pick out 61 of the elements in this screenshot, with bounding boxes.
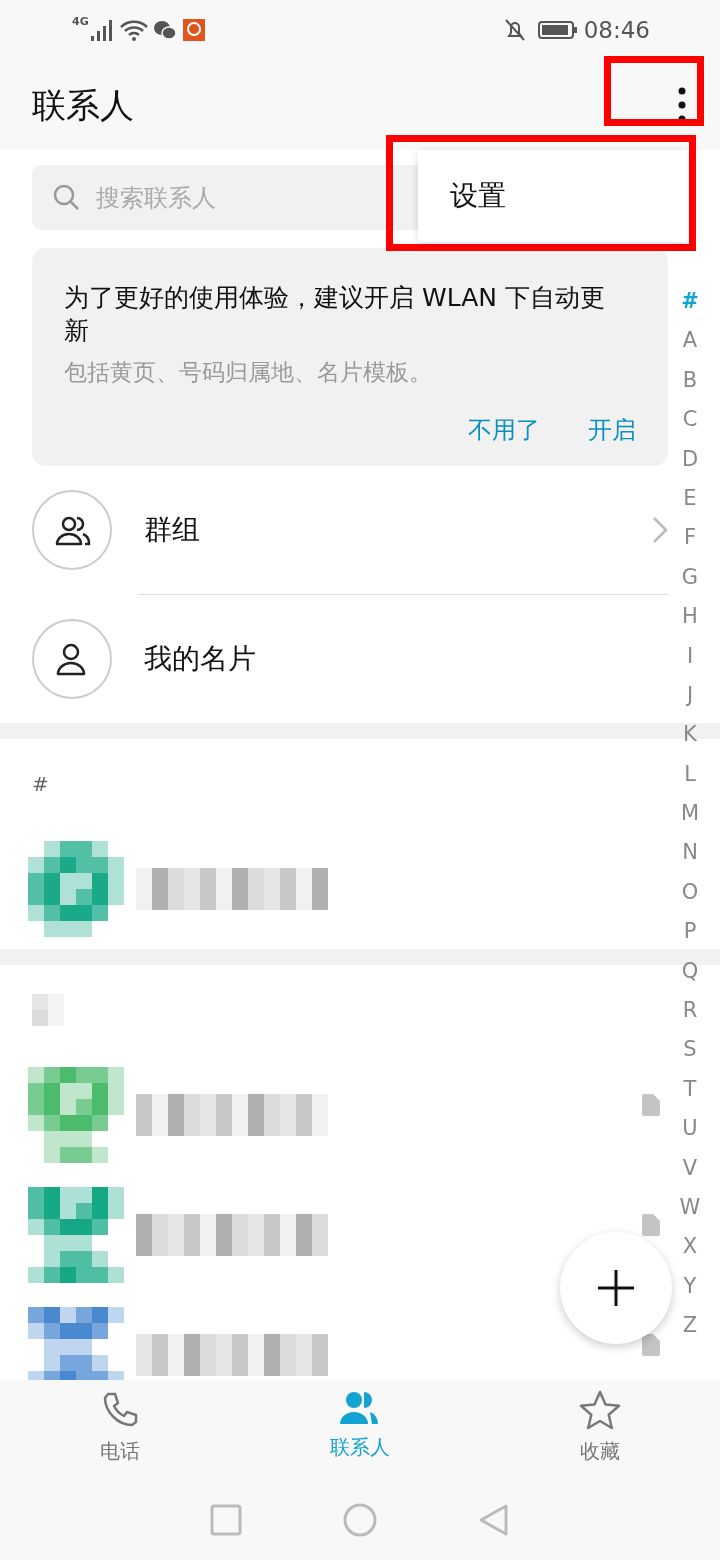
plus-icon [596,1268,636,1308]
tab[interactable]: 电话 [0,1380,240,1480]
index-letter[interactable]: # [681,282,699,322]
clock: 08:46 [583,15,650,45]
blurred-letter [32,993,64,1026]
index-letter[interactable]: I [686,636,694,676]
index-letter[interactable]: W [679,1188,701,1228]
tab-label: 电话 [100,1438,140,1465]
index-letter[interactable]: N [682,833,698,873]
banner-action[interactable]: 不用了 [468,411,540,448]
my-card-row[interactable]: 我的名片 [0,594,668,723]
banner-title: 为了更好的使用体验，建议开启 WLAN 下自动更新 [64,282,606,347]
signal-icon [88,18,115,42]
back-button[interactable] [477,1503,511,1537]
video-app-icon [182,19,205,41]
tab[interactable]: 联系人 [240,1380,480,1480]
section-letter: # [32,770,49,798]
menu-item[interactable]: 设置 [450,175,506,217]
index-letter[interactable]: Q [681,951,699,992]
index-letter[interactable]: D [681,439,699,479]
index-letter[interactable]: B [682,360,698,401]
recents-button[interactable] [209,1503,243,1537]
star-icon [579,1390,621,1430]
index-letter[interactable]: R [682,991,698,1031]
index-letter[interactable]: M [680,794,700,834]
index-letter[interactable]: O [681,872,699,913]
index-letter[interactable]: H [682,597,698,637]
index-letter[interactable]: V [682,1148,698,1188]
battery-icon [537,20,578,40]
chevron-icon [652,515,668,544]
banner-subtitle: 包括黄页、号码归属地、名片模板。 [64,358,433,387]
search-icon [52,183,80,211]
index-letter[interactable]: U [682,1109,698,1149]
index-letter[interactable]: L [684,754,696,795]
index-letter[interactable]: T [683,1069,697,1110]
add-button[interactable] [560,1232,672,1344]
network-type: 4G [72,14,89,30]
home-button[interactable] [343,1503,377,1537]
index-letter[interactable]: S [683,1030,697,1070]
index-letter[interactable]: J [686,675,694,716]
entry-label: 群组 [144,511,201,548]
index-letter[interactable]: X [682,1227,698,1267]
index-letter[interactable]: P [683,912,697,952]
wifi-icon [118,18,149,42]
tab-label: 收藏 [580,1438,620,1465]
index-letter[interactable]: Y [683,1266,697,1307]
index-letter[interactable]: K [683,715,697,755]
entry-label: 我的名片 [144,640,257,677]
page-title: 联系人 [32,83,134,127]
groups-row[interactable]: 群组 [0,465,668,594]
index-letter[interactable]: Z [682,1306,698,1346]
index-letter[interactable]: F [683,518,697,558]
index-letter[interactable]: C [682,400,698,440]
index-letter[interactable]: E [683,478,697,519]
banner-action[interactable]: 开启 [588,411,636,448]
tab[interactable]: 收藏 [480,1380,720,1480]
tab-label: 联系人 [330,1434,390,1461]
index-letter[interactable]: A [682,321,698,361]
bell-off-icon [503,18,526,42]
chat-app-icon [152,19,177,41]
index-letter[interactable]: G [681,557,699,598]
